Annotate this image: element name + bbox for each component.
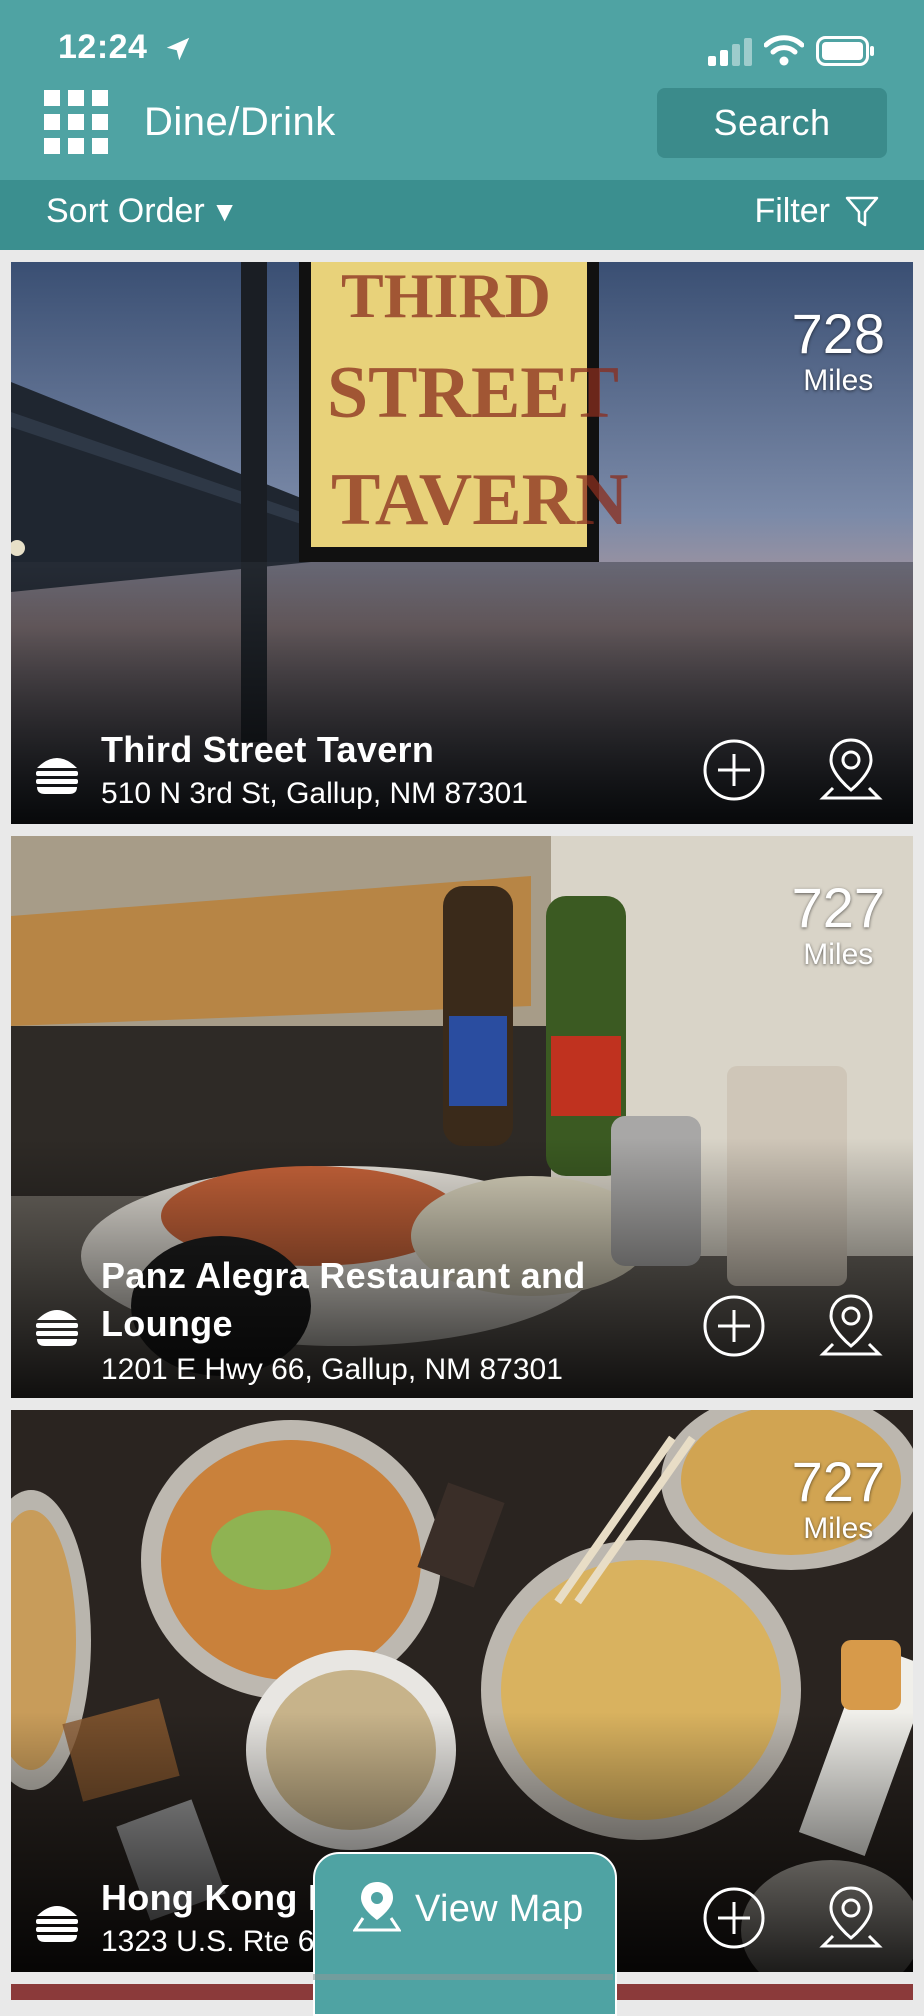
divider [313, 1974, 613, 1980]
distance-value: 727 [791, 876, 885, 939]
wifi-icon [764, 35, 804, 66]
distance-unit: Miles [803, 364, 874, 397]
location-arrow-icon [166, 37, 190, 61]
listing-address: 1201 E Hwy 66, Gallup, NM 87301 [101, 1353, 563, 1386]
view-map-label: View Map [415, 1888, 584, 1930]
page-title: Dine/Drink [144, 100, 336, 144]
grid-icon[interactable] [44, 90, 108, 154]
filter-label: Filter [754, 192, 830, 230]
distance-unit: Miles [803, 938, 874, 971]
sort-order-label: Sort Order [46, 192, 205, 230]
listing-name: Third Street Tavern [101, 729, 435, 770]
svg-text:THIRD: THIRD [341, 262, 551, 331]
map-pin-icon[interactable] [819, 736, 883, 802]
distance-readout: 727 Miles [792, 1454, 885, 1544]
listing-card[interactable]: 727 Miles Panz Alegra Restaurant and Lou… [11, 836, 913, 1398]
status-bar: 12:24 [0, 0, 924, 90]
burger-icon [36, 758, 78, 794]
listing-name: Hong Kong R [101, 1877, 335, 1918]
signal-icon [708, 38, 752, 66]
caret-down-icon: ▼ [210, 195, 239, 227]
distance-value: 727 [791, 1450, 885, 1513]
svg-text:STREET: STREET [327, 352, 619, 434]
view-map-button[interactable]: View Map [313, 1852, 617, 2016]
toolbar: Dine/Drink Search [0, 86, 924, 180]
filter-button[interactable]: Filter [754, 192, 880, 231]
funnel-icon [845, 196, 879, 226]
battery-icon [816, 36, 874, 66]
sort-order-button[interactable]: Sort Order ▼ [46, 192, 238, 231]
map-pin-icon[interactable] [819, 1292, 883, 1358]
burger-icon [36, 1906, 78, 1942]
sort-filter-bar: Sort Order ▼ Filter [0, 180, 924, 250]
add-circle-icon[interactable] [702, 1886, 766, 1950]
map-pin-icon [353, 1882, 401, 1932]
add-circle-icon[interactable] [702, 1294, 766, 1358]
distance-readout: 727 Miles [792, 880, 885, 970]
svg-text:TAVERN: TAVERN [331, 459, 628, 541]
listing-address: 1323 U.S. Rte 6 [101, 1925, 315, 1958]
distance-readout: 728 Miles [792, 306, 885, 396]
listing-card[interactable]: THIRD STREET TAVERN 728 Miles Third Stre… [11, 262, 913, 824]
add-circle-icon[interactable] [702, 738, 766, 802]
map-pin-icon[interactable] [819, 1884, 883, 1950]
listing-name: Panz Alegra Restaurant and Lounge [101, 1255, 586, 1344]
listing-address: 510 N 3rd St, Gallup, NM 87301 [101, 777, 528, 810]
burger-icon [36, 1310, 78, 1346]
distance-unit: Miles [803, 1512, 874, 1545]
distance-value: 728 [791, 302, 885, 365]
search-button[interactable]: Search [657, 88, 887, 158]
status-time: 12:24 [58, 28, 148, 66]
